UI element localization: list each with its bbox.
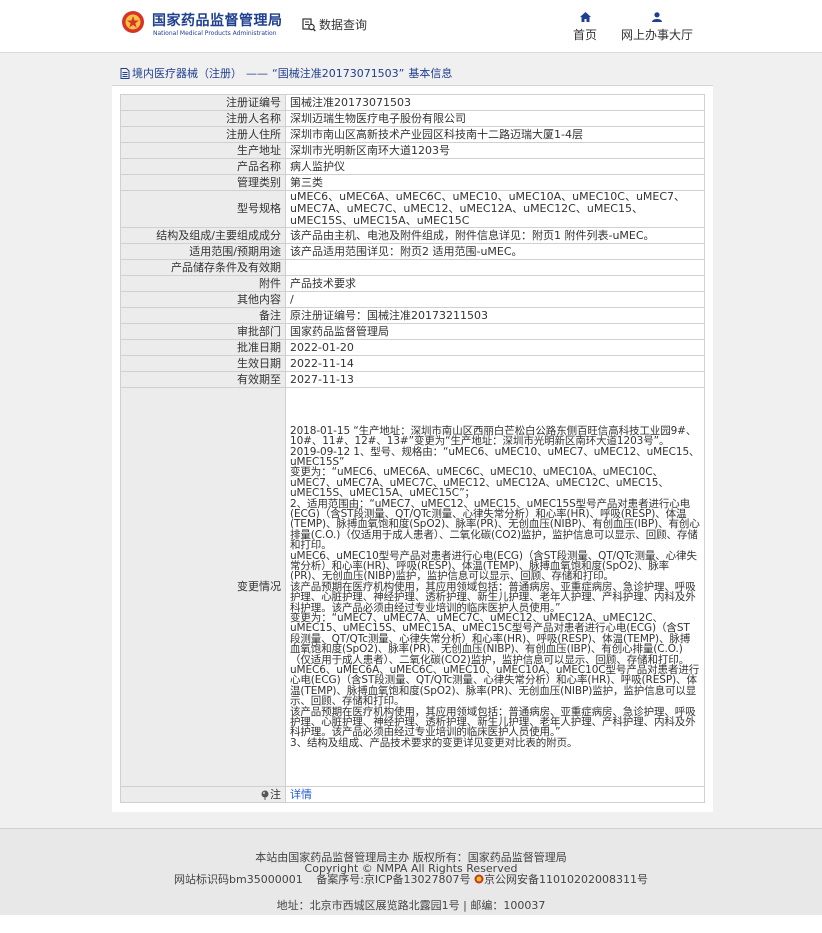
table-row: 产品名称 病人监护仪 bbox=[120, 158, 705, 175]
row-label: 注册人住所 bbox=[120, 126, 286, 143]
table-row: 管理类别 第三类 bbox=[120, 174, 705, 191]
data-query-link[interactable]: 数据查询 bbox=[302, 16, 367, 33]
footer-records: 网站标识码bm35000001 备案序号:京ICP备13027807号 京公网安… bbox=[0, 874, 822, 885]
breadcrumb-separator: —— bbox=[246, 67, 268, 80]
table-row-change-history: 变更情况 2018-01-15 “生产地址：深圳市南山区西丽白芒松白公路东侧百旺… bbox=[120, 387, 705, 787]
row-label: 其他内容 bbox=[120, 291, 286, 308]
nav-online-service-hall[interactable]: 网上办事大厅 bbox=[616, 12, 698, 43]
change-history-text: 2018-01-15 “生产地址：深圳市南山区西丽白芒松白公路东侧百旺信高科技工… bbox=[290, 424, 700, 749]
row-label: 有效期至 bbox=[120, 371, 286, 388]
table-row: 其他内容 / bbox=[120, 291, 705, 308]
data-query-label: 数据查询 bbox=[319, 18, 368, 32]
row-value: 深圳市光明新区南环大道1203号 bbox=[285, 142, 705, 159]
row-label: 附件 bbox=[120, 275, 286, 292]
note-label-cell: 注 bbox=[120, 786, 286, 803]
footer-address: 地址：北京市西城区展览路北露园1号 | 邮编：100037 bbox=[276, 899, 546, 912]
row-value: 2022-01-20 bbox=[285, 339, 705, 356]
table-row: 结构及组成/主要组成成分 该产品由主机、电池及附件组成，附件信息详见：附页1 附件… bbox=[120, 227, 705, 244]
row-label: 适用范围/预期用途 bbox=[120, 243, 286, 260]
row-value: 国械注准20173071503 bbox=[285, 94, 705, 111]
note-label: 注 bbox=[270, 787, 281, 801]
site-logo-subtitle: National Medical Products Administration bbox=[153, 30, 277, 37]
row-value: 原注册证编号：国械注准20173211503 bbox=[285, 307, 705, 324]
row-value: uMEC6、uMEC6A、uMEC6C、uMEC10、uMEC10A、uMEC1… bbox=[285, 190, 705, 228]
breadcrumb: 境内医疗器械（注册） —— “国械注准20173071503” 基本信息 bbox=[112, 62, 713, 86]
detail-panel: 境内医疗器械（注册） —— “国械注准20173071503” 基本信息 注册证编号国… bbox=[112, 62, 713, 812]
note-value: 详情 bbox=[285, 786, 705, 803]
row-label: 备注 bbox=[120, 307, 286, 324]
row-value: 该产品由主机、电池及附件组成，附件信息详见：附页1 附件列表-uMEC。 bbox=[285, 227, 705, 244]
home-icon bbox=[579, 12, 591, 22]
row-value: 2022-11-14 bbox=[285, 355, 705, 372]
row-value: 第三类 bbox=[285, 174, 705, 191]
breadcrumb-suffix: 基本信息 bbox=[408, 67, 453, 80]
table-row: 注册人住所 深圳市南山区高新技术产业园区科技南十二路迈瑞大厦1-4层 bbox=[120, 126, 705, 143]
change-history-value: 2018-01-15 “生产地址：深圳市南山区西丽白芒松白公路东侧百旺信高科技工… bbox=[285, 387, 705, 787]
row-label: 生效日期 bbox=[120, 355, 286, 372]
table-row: 批准日期 2022-01-20 bbox=[120, 339, 705, 356]
row-label: 注册人名称 bbox=[120, 110, 286, 127]
row-value: 深圳市南山区高新技术产业园区科技南十二路迈瑞大厦1-4层 bbox=[285, 126, 705, 143]
table-row: 注册证编号 国械注准20173071503 bbox=[120, 94, 705, 111]
row-value: / bbox=[285, 291, 705, 308]
row-value: 2027-11-13 bbox=[285, 371, 705, 388]
site-footer: 本站由国家药品监督管理局主办 版权所有：国家药品监督管理局 Copyright … bbox=[0, 828, 822, 915]
user-icon bbox=[652, 12, 662, 22]
row-label: 生产地址 bbox=[120, 142, 286, 159]
breadcrumb-category[interactable]: 境内医疗器械（注册） bbox=[132, 67, 242, 80]
change-history-label: 变更情况 bbox=[120, 387, 286, 787]
table-row: 生产地址 深圳市光明新区南环大道1203号 bbox=[120, 142, 705, 159]
row-label: 产品名称 bbox=[120, 158, 286, 175]
footer-icp-record[interactable]: 备案序号:京ICP备13027807号 bbox=[316, 873, 470, 886]
table-row: 审批部门 国家药品监督管理局 bbox=[120, 323, 705, 340]
nav-hall-label: 网上办事大厅 bbox=[620, 28, 693, 42]
row-value: 产品技术要求 bbox=[285, 275, 705, 292]
table-row: 备注 原注册证编号：国械注准20173211503 bbox=[120, 307, 705, 324]
registration-info-table: 注册证编号 国械注准20173071503 注册人名称 深圳迈瑞生物医疗电子股份有限… bbox=[120, 94, 705, 803]
footer-site-id: 网站标识码bm35000001 bbox=[174, 873, 303, 886]
main-content: 境内医疗器械（注册） —— “国械注准20173071503” 基本信息 注册证编号国… bbox=[0, 53, 822, 828]
table-row: 附件 产品技术要求 bbox=[120, 275, 705, 292]
site-header: 国家药品监督管理局 National Medical Products Admi… bbox=[0, 0, 822, 53]
row-value: 深圳迈瑞生物医疗电子股份有限公司 bbox=[285, 110, 705, 127]
table-row: 注册人名称 深圳迈瑞生物医疗电子股份有限公司 bbox=[120, 110, 705, 127]
row-label: 产品储存条件及有效期 bbox=[120, 259, 286, 276]
table-row: 有效期至 2027-11-13 bbox=[120, 371, 705, 388]
data-query-icon bbox=[302, 17, 316, 31]
row-label: 结构及组成/主要组成成分 bbox=[120, 227, 286, 244]
row-value: 病人监护仪 bbox=[285, 158, 705, 175]
row-label: 审批部门 bbox=[120, 323, 286, 340]
details-link[interactable]: 详情 bbox=[290, 788, 312, 801]
national-emblem-icon bbox=[122, 11, 144, 33]
footer-police-record[interactable]: 京公网安备11010202008311号 bbox=[484, 873, 648, 886]
row-value: 该产品适用范围详见：附页2 适用范围-uMEC。 bbox=[285, 243, 705, 260]
row-label: 注册证编号 bbox=[120, 94, 286, 111]
row-label: 管理类别 bbox=[120, 174, 286, 191]
table-row: 适用范围/预期用途 该产品适用范围详见：附页2 适用范围-uMEC。 bbox=[120, 243, 705, 260]
police-badge-icon bbox=[474, 874, 484, 884]
breadcrumb-record: “国械注准20173071503” bbox=[272, 67, 405, 80]
table-row: 型号规格 uMEC6、uMEC6A、uMEC6C、uMEC10、uMEC10A、u… bbox=[120, 190, 705, 228]
row-value: 国家药品监督管理局 bbox=[285, 323, 705, 340]
table-row: 产品储存条件及有效期 bbox=[120, 259, 705, 276]
nav-home-label: 首页 bbox=[572, 28, 597, 42]
table-row-note: 注 详情 bbox=[120, 786, 705, 803]
document-icon bbox=[120, 68, 130, 79]
site-logo-title[interactable]: 国家药品监督管理局 bbox=[152, 10, 283, 30]
row-label: 型号规格 bbox=[120, 190, 286, 228]
row-label: 批准日期 bbox=[120, 339, 286, 356]
nav-home[interactable]: 首页 bbox=[566, 12, 604, 43]
row-value bbox=[285, 259, 705, 276]
pin-icon bbox=[261, 790, 269, 800]
table-row: 生效日期 2022-11-14 bbox=[120, 355, 705, 372]
